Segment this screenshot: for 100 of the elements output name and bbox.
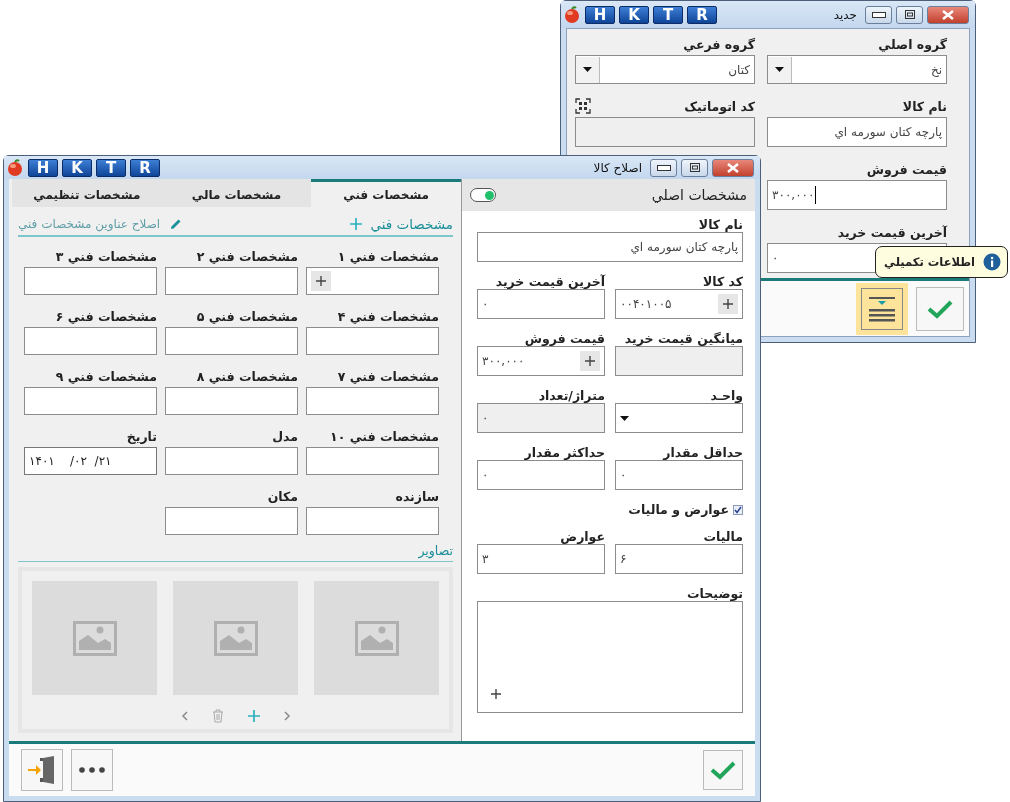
input-field[interactable]: ۰۰۴۰۱۰۰۵ — [615, 289, 743, 319]
more-icon — [79, 767, 105, 773]
add-button[interactable] — [718, 294, 738, 314]
input-field[interactable] — [24, 267, 157, 295]
input-field[interactable] — [165, 387, 298, 415]
add-button[interactable] — [311, 271, 331, 291]
confirm-button[interactable] — [703, 750, 743, 790]
input-field[interactable]: ۰ — [477, 403, 605, 433]
caret-icon — [583, 67, 592, 72]
dropdown-field[interactable]: نخ — [767, 55, 947, 84]
title-bar-button[interactable]: K — [62, 158, 92, 177]
add-button[interactable] — [247, 710, 260, 722]
input-field[interactable] — [306, 447, 439, 475]
input-field[interactable] — [24, 387, 157, 415]
field-label: مشخصات فني ۹ — [55, 369, 157, 384]
field-label: کد کالا — [702, 274, 743, 289]
input-field[interactable] — [575, 117, 755, 147]
section-title: مشخصات فني — [370, 216, 453, 232]
tab[interactable]: مشخصات تنظيمي — [12, 179, 162, 207]
input-field[interactable] — [165, 327, 298, 355]
input-field[interactable]: ۳۰۰,۰۰۰ — [767, 180, 947, 210]
add-button[interactable] — [580, 351, 600, 371]
checkbox[interactable] — [733, 504, 743, 515]
field-label: حداقل مقدار — [663, 445, 743, 460]
field-label: نام کالا — [902, 99, 947, 114]
dropdown-field[interactable] — [615, 403, 743, 433]
pencil-icon — [170, 218, 183, 230]
field-label: مشخصات فني ۷ — [337, 369, 439, 384]
title-bar-button[interactable]: K — [619, 5, 649, 24]
maximize-icon — [904, 10, 915, 19]
input-field[interactable] — [165, 267, 298, 295]
field-label: متراژ/تعداد — [538, 388, 605, 403]
menu-button[interactable] — [856, 282, 908, 335]
input-field[interactable] — [165, 447, 298, 475]
input-field[interactable]: پارچه کتان سورمه اي — [767, 117, 947, 147]
input-field[interactable]: پارچه کتان سورمه اي — [477, 232, 743, 262]
field-label: نام کالا — [698, 217, 743, 232]
image-icon — [354, 620, 399, 656]
plus-icon — [247, 710, 260, 722]
trash-icon — [211, 709, 224, 723]
minimize-button[interactable] — [650, 158, 677, 177]
apple-icon — [563, 5, 581, 24]
input-field[interactable]: ۳ — [477, 544, 605, 574]
close-icon — [727, 162, 739, 173]
apple-icon — [6, 158, 24, 177]
field-label: مشخصات فني ۲ — [196, 249, 298, 264]
close-icon — [942, 9, 954, 20]
title-bar-button[interactable]: H — [585, 5, 615, 24]
dropdown-button[interactable] — [576, 56, 600, 83]
input-field[interactable]: ۰ — [477, 460, 605, 490]
input-field[interactable]: ۳۰۰,۰۰۰ — [477, 346, 605, 376]
maximize-button[interactable] — [896, 5, 923, 24]
title-bar-button[interactable]: T — [653, 5, 683, 24]
plus-icon — [585, 356, 595, 366]
input-field[interactable]: ۰ — [477, 289, 605, 319]
input-field[interactable] — [306, 327, 439, 355]
maximize-icon — [689, 163, 700, 172]
confirm-button[interactable] — [916, 286, 964, 331]
minimize-button[interactable] — [865, 5, 892, 24]
close-button[interactable] — [927, 5, 969, 24]
input-field[interactable] — [24, 327, 157, 355]
dropdown-field[interactable]: کتان — [575, 55, 755, 84]
field-label: ماليات — [703, 529, 743, 544]
title-bar-button[interactable]: R — [687, 5, 717, 24]
date-field[interactable]: ۱۴۰۱ /۰۲ /۲۱ — [24, 447, 157, 475]
input-field[interactable] — [165, 507, 298, 535]
input-field[interactable] — [306, 507, 439, 535]
title-bar-button[interactable]: H — [28, 158, 58, 177]
title-bar-button[interactable]: T — [96, 158, 126, 177]
notes-field[interactable] — [477, 601, 743, 713]
minimize-icon — [871, 11, 886, 18]
input-field[interactable]: ۶ — [615, 544, 743, 574]
input-field[interactable] — [306, 387, 439, 415]
input-field[interactable]: ۰ — [615, 460, 743, 490]
plus-icon — [350, 218, 363, 230]
close-button[interactable] — [712, 158, 754, 177]
section-title: تصاوير — [418, 543, 453, 558]
field-label: توضيحات — [687, 586, 743, 601]
more-button[interactable] — [71, 749, 113, 791]
dropdown-button[interactable] — [768, 56, 792, 83]
scan-icon[interactable] — [575, 98, 591, 114]
field-label: مشخصات فني ۴ — [337, 309, 439, 324]
input-field[interactable] — [615, 346, 743, 376]
exit-button[interactable] — [21, 749, 63, 791]
maximize-button[interactable] — [681, 158, 708, 177]
add-button[interactable] — [350, 218, 363, 230]
previous-button[interactable] — [181, 711, 188, 721]
field-label: قيمت فروش — [524, 331, 605, 346]
next-button[interactable] — [283, 711, 290, 721]
field-label: واحـد — [710, 388, 743, 403]
field-label: گروه اصلي — [878, 37, 947, 52]
field-label: قيمت فروش — [866, 162, 947, 177]
title-bar-button[interactable]: R — [130, 158, 160, 177]
field-label: مشخصات فني ۳ — [55, 249, 157, 264]
image-icon — [213, 620, 258, 656]
tab[interactable]: مشخصات مالي — [161, 179, 312, 207]
toggle-switch[interactable] — [470, 188, 496, 202]
field-label: سازنده — [395, 489, 439, 504]
delete-button[interactable] — [211, 709, 224, 723]
input-field[interactable] — [306, 267, 439, 295]
